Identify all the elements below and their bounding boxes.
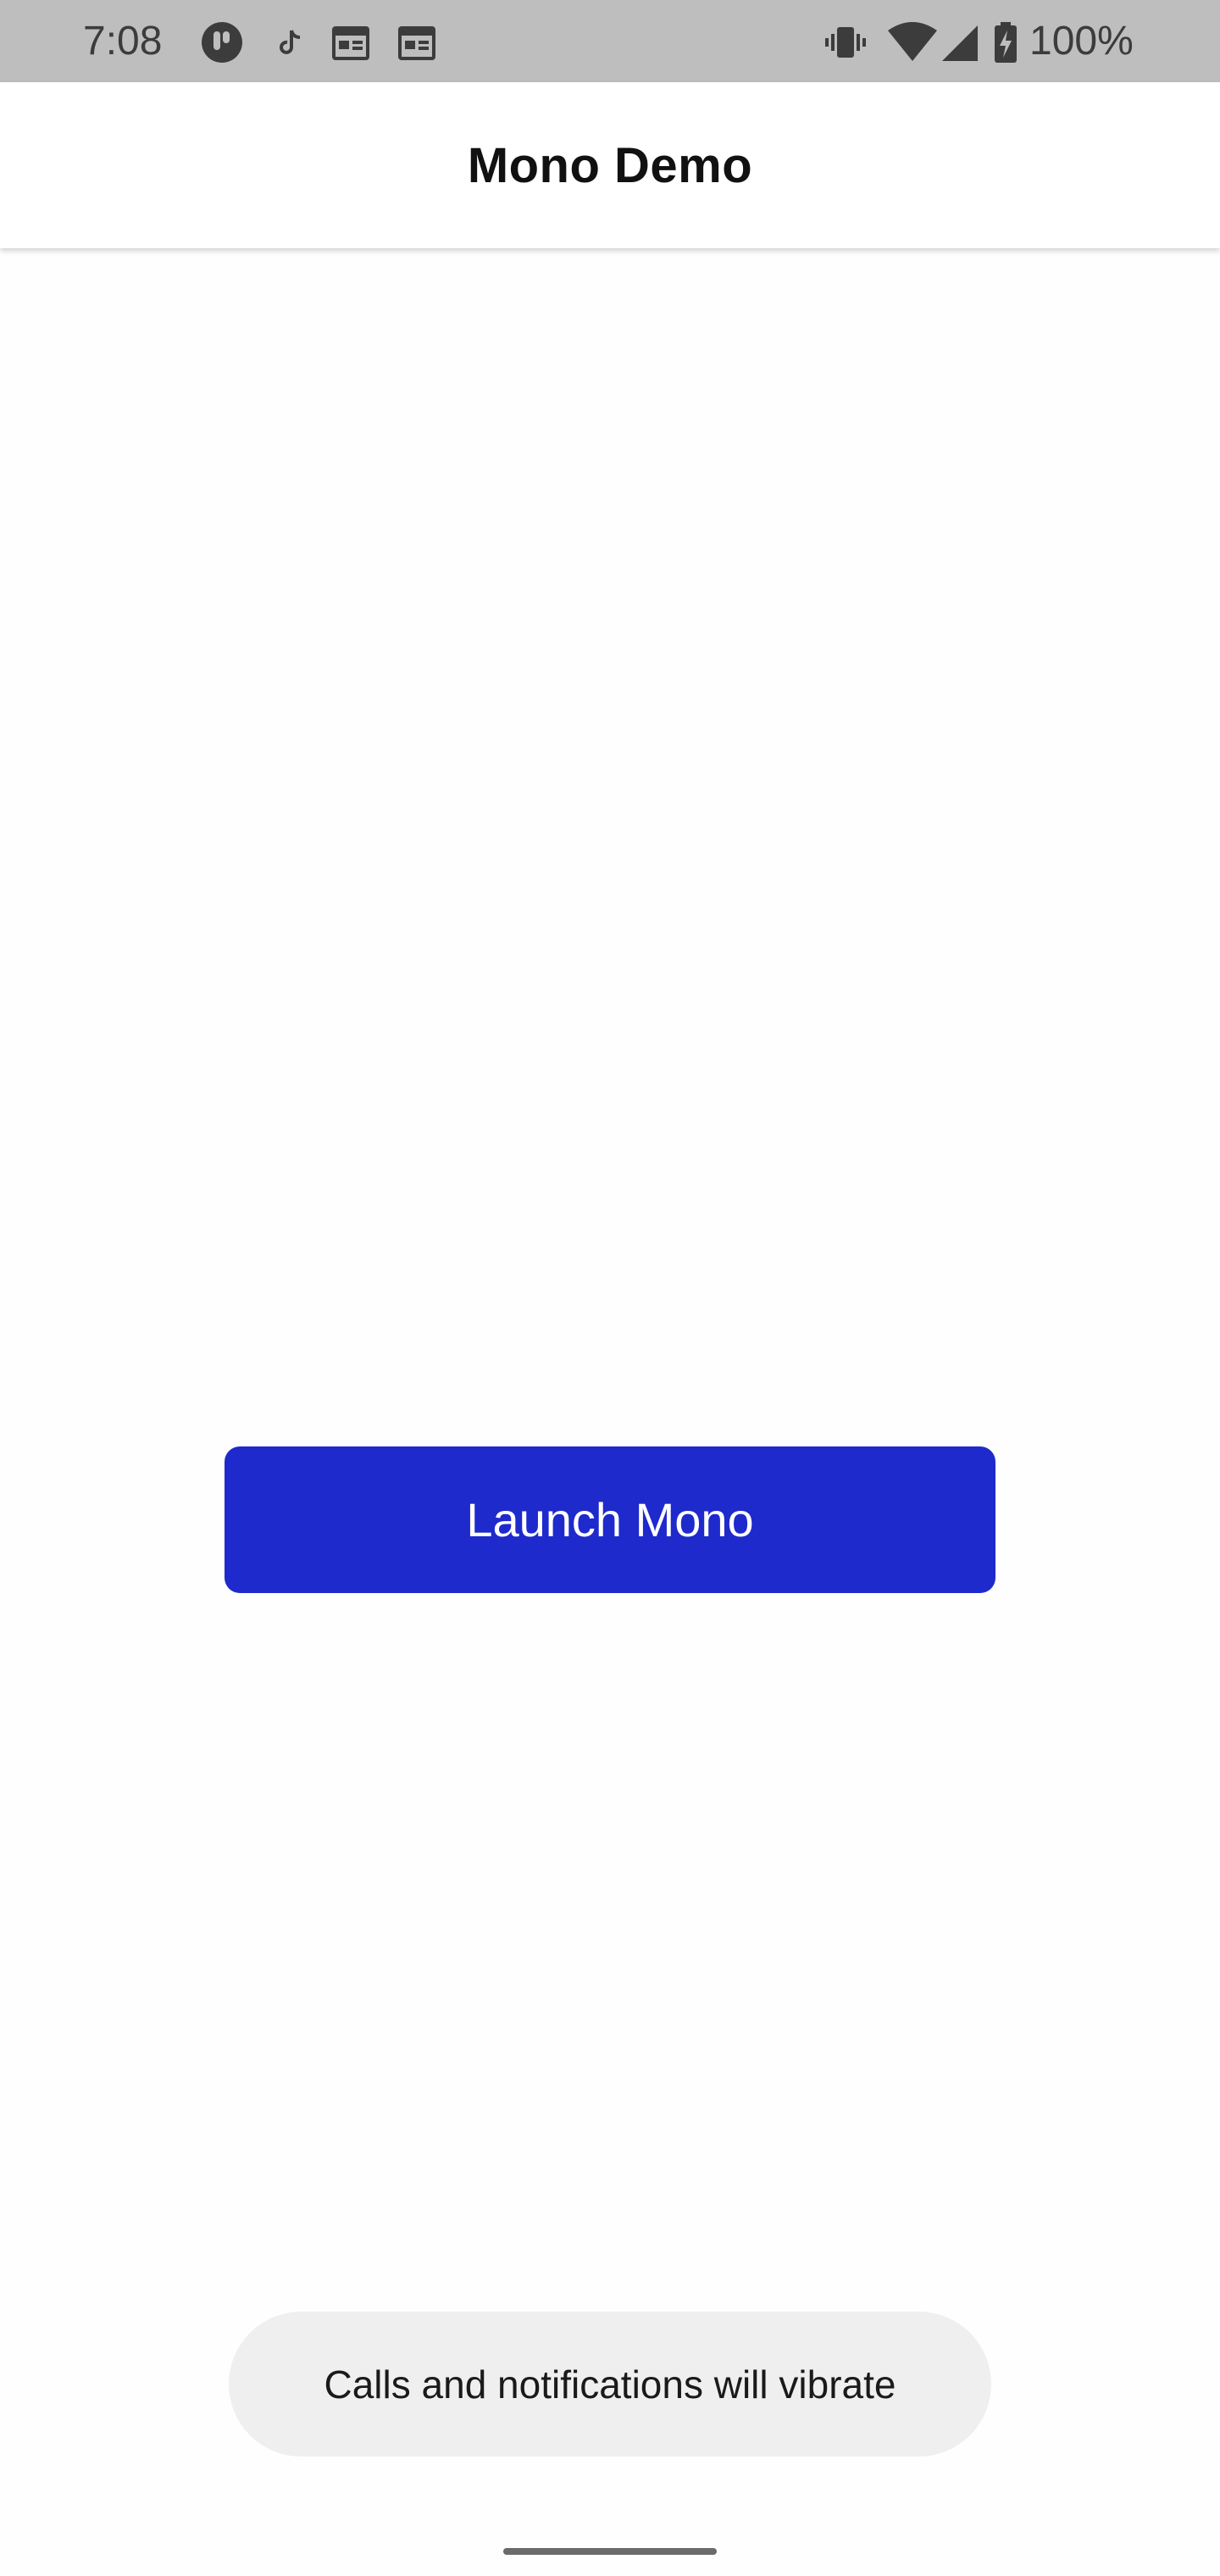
calendar-icon — [332, 26, 369, 60]
battery-charging-icon — [995, 22, 1017, 63]
toast-message: Calls and notifications will vibrate — [324, 2362, 896, 2407]
home-indicator[interactable] — [503, 2548, 717, 2555]
status-bar: 7:08 100% — [0, 0, 1220, 82]
battery-percentage: 100% — [1029, 19, 1134, 64]
vibrate-icon — [825, 27, 866, 58]
calendar-icon — [398, 26, 435, 60]
page-title: Mono Demo — [467, 137, 753, 193]
toast: Calls and notifications will vibrate — [229, 2312, 991, 2457]
app-bar: Mono Demo — [0, 82, 1220, 248]
app-circle-icon — [202, 22, 242, 63]
launch-mono-button[interactable]: Launch Mono — [225, 1446, 995, 1593]
wifi-icon — [888, 22, 937, 61]
cell-signal-icon — [942, 25, 978, 61]
status-time: 7:08 — [83, 19, 163, 64]
tiktok-icon — [280, 30, 301, 54]
